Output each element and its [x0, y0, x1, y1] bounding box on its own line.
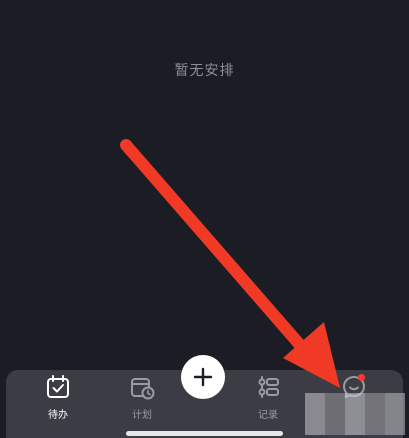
calendar-clock-icon: [131, 378, 155, 400]
tab-records-label: 记录: [258, 410, 278, 421]
add-button[interactable]: [181, 355, 225, 399]
calendar-check-icon: [47, 375, 69, 398]
tab-plan[interactable]: 计划: [112, 374, 172, 430]
tab-todo[interactable]: 待办: [28, 374, 88, 430]
empty-state-text: 暂无安排: [174, 63, 235, 79]
notification-badge: [358, 374, 365, 381]
tab-todo-label: 待办: [48, 410, 68, 421]
tab-plan-label: 计划: [132, 410, 152, 421]
app-screen: 暂无安排 待办 计划 记录: [0, 0, 409, 438]
pixelated-overlay: [305, 393, 405, 435]
list-timeline-icon: [258, 376, 279, 398]
tab-records[interactable]: 记录: [238, 374, 298, 430]
home-indicator[interactable]: [126, 431, 283, 436]
plus-icon: [193, 367, 213, 387]
